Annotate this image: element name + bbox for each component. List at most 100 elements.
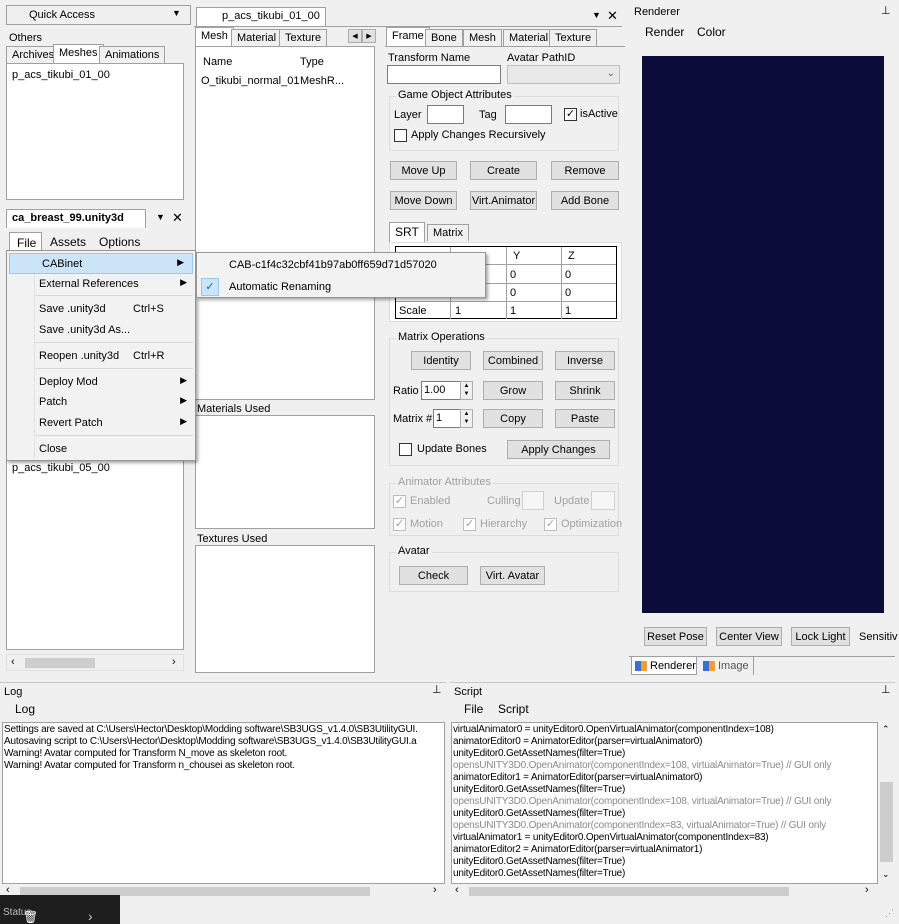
srt-cell[interactable]: 1	[455, 305, 461, 317]
menu-item-save-unity3d[interactable]: Save .unity3d Ctrl+S	[7, 299, 195, 320]
pin-icon[interactable]: ⊥	[881, 683, 891, 696]
tab-scroll-right[interactable]: ▶	[362, 29, 376, 43]
tab-material[interactable]: Material	[231, 29, 283, 46]
tab-frame[interactable]: Frame	[386, 27, 430, 46]
scroll-left-icon[interactable]: ‹	[11, 656, 15, 668]
scroll-down-icon[interactable]: ⌄	[882, 869, 890, 880]
scroll-right-icon[interactable]: ›	[172, 656, 176, 668]
hierarchy-checkbox[interactable]: ✓	[463, 518, 476, 531]
paste-button[interactable]: Paste	[555, 409, 615, 428]
menu-item-reopen-unity3d[interactable]: Reopen .unity3d Ctrl+R	[7, 346, 195, 367]
tab-texture[interactable]: Texture	[279, 29, 328, 46]
horizontal-scrollbar[interactable]: ‹ ›	[6, 654, 184, 671]
tab-meshes[interactable]: Meshes	[53, 44, 104, 63]
pin-icon[interactable]: ⊥	[881, 4, 891, 17]
menu-item-save-unity3d-as[interactable]: Save .unity3d As...	[7, 320, 195, 341]
create-button[interactable]: Create	[470, 161, 537, 180]
remove-button[interactable]: Remove	[551, 161, 619, 180]
chevron-down-icon[interactable]: ▼	[172, 8, 181, 18]
shrink-button[interactable]: Shrink	[555, 381, 615, 400]
tab-bone[interactable]: Bone	[425, 29, 463, 46]
optimization-checkbox[interactable]: ✓	[544, 518, 557, 531]
lock-light-button[interactable]: Lock Light	[791, 627, 850, 646]
copy-button[interactable]: Copy	[483, 409, 543, 428]
tab-renderer[interactable]: Renderer	[631, 657, 697, 675]
reset-pose-button[interactable]: Reset Pose	[644, 627, 707, 646]
tab-frame-material[interactable]: Material	[503, 29, 555, 46]
srt-cell[interactable]: 1	[565, 305, 571, 317]
srt-cell[interactable]: 0	[565, 269, 571, 281]
close-icon[interactable]: ✕	[172, 210, 183, 226]
move-down-button[interactable]: Move Down	[390, 191, 457, 210]
tab-others[interactable]: Others	[9, 32, 42, 44]
table-row-type[interactable]: MeshR...	[300, 75, 344, 87]
resize-grip-icon[interactable]: ⋰	[885, 908, 894, 919]
move-up-button[interactable]: Move Up	[390, 161, 457, 180]
srt-cell[interactable]: 0	[565, 287, 571, 299]
layer-input[interactable]	[427, 105, 464, 124]
transform-name-input[interactable]	[387, 65, 501, 84]
center-view-button[interactable]: Center View	[716, 627, 782, 646]
ratio-input[interactable]: 1.00	[421, 381, 461, 400]
textures-list[interactable]	[195, 545, 375, 673]
mesh-list[interactable]: Name Type O_tikubi_normal_01 MeshR...	[195, 46, 375, 400]
menu-color[interactable]: Color	[697, 25, 726, 39]
matrix-number-stepper[interactable]: ▲ ▼	[460, 409, 473, 428]
tab-image[interactable]: Image	[700, 657, 754, 675]
virt-animator-button[interactable]: Virt.Animator	[470, 191, 537, 210]
editor-doc-tab[interactable]: p_acs_tikubi_01_00	[196, 7, 326, 26]
tab-animations[interactable]: Animations	[99, 46, 166, 63]
virt-avatar-button[interactable]: Virt. Avatar	[480, 566, 545, 585]
table-row-name[interactable]: O_tikubi_normal_01	[201, 75, 299, 87]
srt-cell[interactable]: 0	[510, 287, 516, 299]
scroll-thumb[interactable]	[880, 782, 893, 862]
chevron-right-icon[interactable]: ›	[88, 908, 93, 924]
motion-checkbox[interactable]: ✓	[393, 518, 406, 531]
menu-item-patch[interactable]: Patch ▶	[7, 392, 195, 413]
log-textbox[interactable]: Settings are saved at C:\Users\Hector\De…	[2, 722, 445, 884]
update-input[interactable]	[591, 491, 615, 510]
is-active-checkbox[interactable]: ✓	[564, 108, 577, 121]
srt-cell[interactable]: 0	[510, 269, 516, 281]
check-button[interactable]: Check	[399, 566, 468, 585]
trash-icon[interactable]: 🗑	[23, 910, 38, 924]
tab-srt[interactable]: SRT	[389, 222, 425, 243]
update-bones-checkbox[interactable]	[399, 443, 412, 456]
close-icon[interactable]: ✕	[607, 8, 618, 24]
identity-button[interactable]: Identity	[411, 351, 471, 370]
list-item[interactable]: p_acs_tikubi_01_00	[12, 69, 110, 81]
submenu-item-automatic-renaming[interactable]: ✓ Automatic Renaming	[197, 277, 485, 298]
apply-changes-button[interactable]: Apply Changes	[507, 440, 610, 459]
scroll-thumb[interactable]	[469, 887, 789, 896]
menu-assets[interactable]: Assets	[50, 235, 86, 249]
script-vertical-scrollbar[interactable]: ⌃ ⌄	[878, 722, 895, 884]
menu-file[interactable]: File	[9, 232, 42, 251]
tag-input[interactable]	[505, 105, 552, 124]
scroll-right-icon[interactable]: ›	[865, 884, 869, 896]
menu-script[interactable]: Script	[498, 702, 529, 716]
menu-options[interactable]: Options	[99, 235, 140, 249]
pin-icon[interactable]: ⊥	[432, 683, 442, 696]
menu-item-external-references[interactable]: External References ▶	[7, 274, 195, 295]
renderer-viewport[interactable]	[642, 56, 884, 613]
tab-scroll-left[interactable]: ◀	[348, 29, 362, 43]
chevron-down-icon[interactable]: ▼	[592, 10, 601, 20]
column-header-name[interactable]: Name	[203, 56, 232, 68]
tab-matrix[interactable]: Matrix	[427, 224, 469, 241]
enabled-checkbox[interactable]: ✓	[393, 495, 406, 508]
avatar-path-select[interactable]: ⌄	[507, 65, 620, 84]
menu-render[interactable]: Render	[645, 25, 684, 39]
grow-button[interactable]: Grow	[483, 381, 543, 400]
ratio-stepper[interactable]: ▲ ▼	[460, 381, 473, 400]
scroll-right-icon[interactable]: ›	[433, 884, 437, 896]
list-item[interactable]: p_acs_tikubi_05_00	[12, 462, 110, 474]
menu-log[interactable]: Log	[15, 702, 35, 716]
chevron-down-icon[interactable]: ▼	[156, 212, 165, 222]
script-textbox[interactable]: virtualAnimator0 = unityEditor0.OpenVirt…	[451, 722, 878, 884]
materials-list[interactable]	[195, 415, 375, 529]
matrix-number-input[interactable]: 1	[433, 409, 461, 428]
add-bone-button[interactable]: Add Bone	[551, 191, 619, 210]
scroll-left-icon[interactable]: ‹	[455, 884, 459, 896]
menu-item-cabinet[interactable]: CABinet ▶	[9, 253, 193, 274]
unity-doc-tab[interactable]: ca_breast_99.unity3d	[6, 209, 146, 228]
